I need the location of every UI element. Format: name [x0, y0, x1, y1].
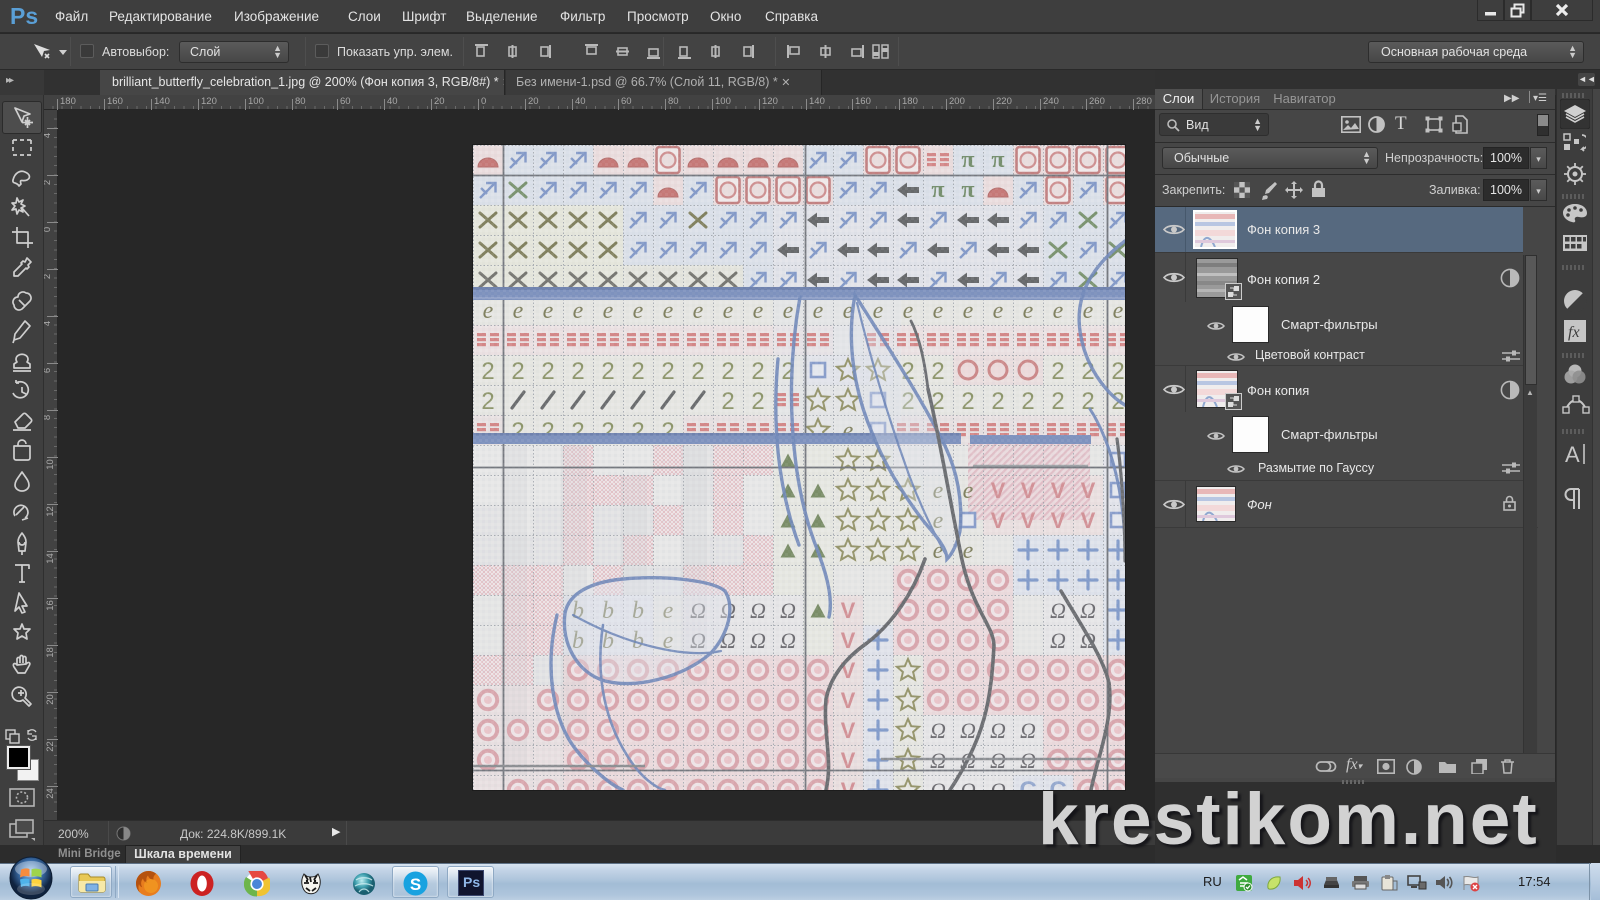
svg-text:fx: fx — [1568, 324, 1580, 341]
svg-text:S: S — [410, 875, 421, 894]
svg-text:A: A — [1565, 442, 1580, 467]
